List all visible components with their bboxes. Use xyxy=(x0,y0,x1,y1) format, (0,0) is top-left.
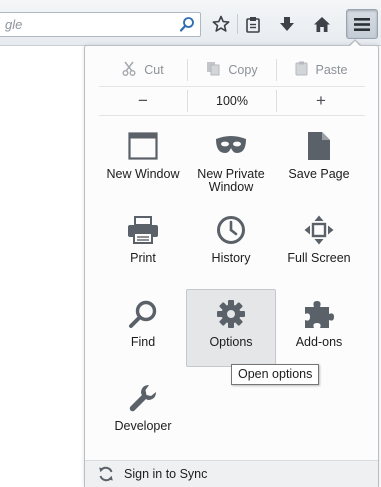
add-ons-button[interactable]: Add-ons xyxy=(275,290,363,366)
app-menu-panel: Cut Copy Paste − 100% + New Window New P… xyxy=(84,45,379,487)
print-label: Print xyxy=(130,251,156,265)
history-button[interactable]: History xyxy=(187,206,275,282)
find-label: Find xyxy=(130,335,156,349)
developer-label: Developer xyxy=(114,419,172,433)
copy-label: Copy xyxy=(228,63,258,77)
scissors-icon xyxy=(122,61,136,79)
zoom-in-label: + xyxy=(316,91,326,110)
cut-label: Cut xyxy=(144,63,164,77)
panel-arrow-fill xyxy=(349,41,361,47)
zoom-out-label: − xyxy=(138,91,148,110)
zoom-level: 100% xyxy=(216,94,248,108)
sync-footer[interactable]: Sign in to Sync xyxy=(85,460,378,487)
cut-button[interactable]: Cut xyxy=(99,59,187,81)
sync-label: Sign in to Sync xyxy=(124,467,208,481)
save-page-icon xyxy=(303,130,335,162)
history-label: History xyxy=(211,251,251,265)
zoom-controls: − 100% + xyxy=(99,86,365,116)
new-window-label: New Window xyxy=(106,167,180,181)
fullscreen-icon xyxy=(303,214,335,246)
bookmark-star-icon[interactable] xyxy=(206,11,236,37)
clock-icon xyxy=(215,214,247,246)
zoom-in-button[interactable]: + xyxy=(276,90,365,112)
bookmarks-list-icon[interactable] xyxy=(238,11,268,37)
zoom-reset-button[interactable]: 100% xyxy=(187,90,276,112)
sync-icon xyxy=(98,466,114,482)
options-button[interactable]: Options xyxy=(186,289,276,367)
copy-icon xyxy=(206,61,220,79)
new-window-button[interactable]: New Window xyxy=(99,122,187,198)
private-mask-icon xyxy=(215,130,247,162)
save-page-label: Save Page xyxy=(288,167,350,181)
gear-icon xyxy=(215,298,247,330)
puzzle-icon xyxy=(303,298,335,330)
download-icon[interactable] xyxy=(272,11,302,37)
print-button[interactable]: Print xyxy=(99,206,187,282)
search-icon[interactable] xyxy=(179,16,196,33)
developer-button[interactable]: Developer xyxy=(99,374,187,450)
wrench-icon xyxy=(127,382,159,414)
new-private-window-label: New Private Window xyxy=(197,167,265,194)
options-tooltip: Open options xyxy=(231,364,320,385)
full-screen-label: Full Screen xyxy=(287,251,351,265)
paste-button[interactable]: Paste xyxy=(276,59,365,81)
options-label: Options xyxy=(209,335,253,349)
magnifier-icon xyxy=(127,298,159,330)
add-ons-label: Add-ons xyxy=(295,335,343,349)
new-private-window-button[interactable]: New Private Window xyxy=(187,122,275,198)
new-window-icon xyxy=(127,130,159,162)
zoom-out-button[interactable]: − xyxy=(99,90,187,112)
paste-icon xyxy=(295,61,308,79)
home-icon[interactable] xyxy=(307,11,337,37)
edit-controls: Cut Copy Paste xyxy=(99,55,365,85)
save-page-button[interactable]: Save Page xyxy=(275,122,363,198)
printer-icon xyxy=(127,214,159,246)
paste-label: Paste xyxy=(315,63,348,77)
menu-icon[interactable] xyxy=(346,9,378,39)
search-placeholder: gle xyxy=(5,17,23,32)
navigation-toolbar: gle xyxy=(0,0,381,46)
full-screen-button[interactable]: Full Screen xyxy=(275,206,363,282)
copy-button[interactable]: Copy xyxy=(187,59,276,81)
find-button[interactable]: Find xyxy=(99,290,187,366)
search-input[interactable]: gle xyxy=(0,12,201,37)
